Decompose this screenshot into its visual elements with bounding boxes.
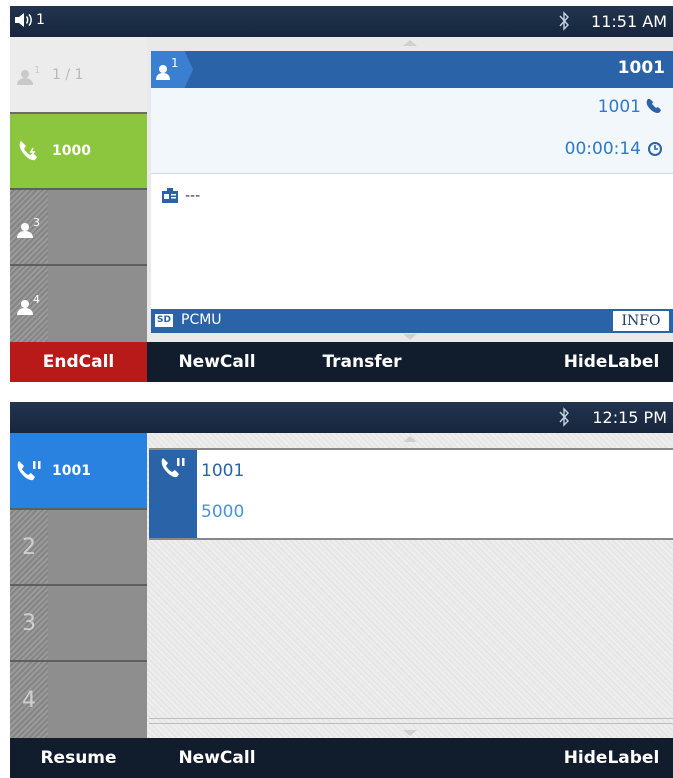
call-badge-number: 1 bbox=[171, 56, 179, 70]
scroll-up-indicator bbox=[403, 436, 417, 442]
call-state-strip bbox=[149, 450, 197, 538]
phone-icon bbox=[646, 99, 661, 113]
line-index: 4 bbox=[22, 687, 36, 713]
codec-name: PCMU bbox=[181, 312, 222, 328]
softkey-hidelabel[interactable]: HideLabel bbox=[550, 738, 673, 778]
remote-number: 1001 bbox=[617, 58, 665, 78]
volume-level: 1 bbox=[36, 12, 45, 28]
held-call-card[interactable]: 1001 5000 bbox=[149, 448, 673, 540]
volume-indicator: 1 bbox=[14, 12, 45, 28]
call-card: 1 1001 1001 00:00:14 --- SD PCMU INFO bbox=[151, 51, 673, 333]
user-icon: 4 bbox=[17, 293, 40, 315]
line-icon-area: 1 bbox=[10, 37, 48, 112]
line-key-1[interactable]: 1 1 / 1 bbox=[10, 37, 147, 114]
panel-divider bbox=[149, 718, 673, 724]
softkey-resume[interactable]: Resume bbox=[10, 738, 147, 778]
line-label: 1 / 1 bbox=[52, 66, 84, 83]
hold-call-icon bbox=[17, 460, 41, 480]
bluetooth-icon bbox=[559, 11, 569, 31]
line-badge: 4 bbox=[33, 293, 40, 306]
line-label: 1000 bbox=[52, 143, 91, 159]
softkey-hidelabel[interactable]: HideLabel bbox=[550, 342, 673, 382]
speaker-icon bbox=[15, 13, 32, 27]
user-icon: 1 bbox=[156, 56, 179, 80]
softkey-bar: Resume NewCall HideLabel bbox=[10, 738, 673, 778]
status-bar: 12:15 PM bbox=[10, 402, 673, 433]
call-duration: 00:00:14 bbox=[564, 139, 641, 159]
note-text: --- bbox=[185, 188, 201, 204]
local-number: 1001 bbox=[597, 97, 641, 117]
line-key-4[interactable]: 4 bbox=[10, 662, 147, 738]
line-icon-area bbox=[10, 433, 48, 508]
line-key-3[interactable]: 3 bbox=[10, 190, 147, 266]
status-bar: 1 11:51 AM bbox=[10, 6, 673, 37]
hold-call-icon bbox=[161, 458, 185, 478]
scroll-down-indicator bbox=[403, 334, 417, 340]
call-panel: 1 1001 1001 00:00:14 --- SD PCMU INFO bbox=[147, 37, 673, 342]
softkey-endcall[interactable]: EndCall bbox=[10, 342, 147, 382]
contact-note: --- bbox=[161, 187, 200, 205]
clock: 12:15 PM bbox=[592, 408, 667, 427]
line-icon-area: 3 bbox=[10, 190, 48, 264]
line-icon-area: 4 bbox=[10, 662, 48, 738]
phone-screen-call-active: 1 11:51 AM 1 1 / 1 1000 3 4 1 1001 1001 … bbox=[10, 6, 673, 382]
call-header[interactable]: 1 1001 bbox=[151, 51, 673, 88]
line-key-2[interactable]: 2 bbox=[10, 510, 147, 586]
call-panel: 1001 5000 bbox=[147, 433, 673, 738]
conference-user-icon: 1 bbox=[17, 65, 40, 85]
line-badge: 3 bbox=[33, 216, 40, 229]
scroll-down-indicator bbox=[403, 730, 417, 736]
line-index: 3 bbox=[22, 610, 36, 636]
line-list: 1 1 / 1 1000 3 4 bbox=[10, 37, 147, 342]
line-key-2[interactable]: 1000 bbox=[10, 114, 147, 190]
duration-row: 00:00:14 bbox=[151, 128, 673, 174]
local-number-row: 1001 bbox=[151, 88, 673, 128]
clock-icon bbox=[648, 142, 662, 156]
line-key-3[interactable]: 3 bbox=[10, 586, 147, 662]
line-label: 1001 bbox=[52, 462, 91, 479]
softkey-newcall[interactable]: NewCall bbox=[147, 342, 287, 382]
line-icon-area bbox=[10, 114, 48, 188]
scroll-up-indicator bbox=[403, 40, 417, 46]
held-call-name: 1001 bbox=[201, 461, 245, 481]
line-icon-area: 2 bbox=[10, 510, 48, 584]
contact-card-icon bbox=[162, 188, 178, 203]
svg-text:1: 1 bbox=[34, 65, 40, 76]
softkey-bar: EndCall NewCall Transfer HideLabel bbox=[10, 342, 673, 382]
info-button[interactable]: INFO bbox=[613, 311, 669, 331]
clock: 11:51 AM bbox=[591, 12, 667, 31]
held-call-number: 5000 bbox=[201, 502, 245, 522]
call-badge: 1 bbox=[151, 51, 193, 88]
hd-badge: SD bbox=[155, 314, 173, 327]
softkey-newcall[interactable]: NewCall bbox=[147, 738, 287, 778]
line-key-4[interactable]: 4 bbox=[10, 266, 147, 342]
codec-bar: SD PCMU INFO bbox=[151, 309, 673, 333]
line-index: 2 bbox=[22, 534, 36, 560]
active-call-icon bbox=[19, 141, 37, 161]
phone-screen-call-hold: 12:15 PM 1001 2 3 4 1001 5000 Resume New… bbox=[10, 402, 673, 778]
user-icon: 3 bbox=[17, 216, 40, 238]
line-key-1[interactable]: 1001 bbox=[10, 433, 147, 510]
softkey-transfer[interactable]: Transfer bbox=[292, 342, 432, 382]
line-list: 1001 2 3 4 bbox=[10, 433, 147, 738]
line-icon-area: 3 bbox=[10, 586, 48, 660]
bluetooth-icon bbox=[559, 407, 569, 427]
line-icon-area: 4 bbox=[10, 266, 48, 342]
